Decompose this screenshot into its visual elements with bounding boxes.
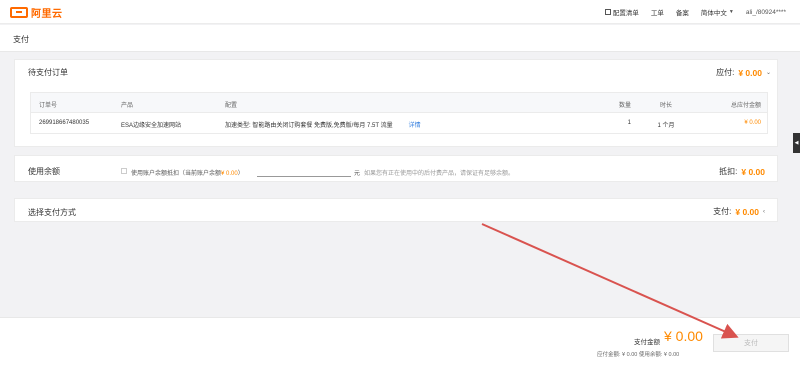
order-amount: ¥ 0.00 (744, 120, 761, 126)
aliyun-logo[interactable]: 阿里云 (10, 6, 63, 20)
pending-orders-title: 待支付订单 (28, 68, 68, 77)
order-duration: 1 个月 (657, 123, 675, 129)
col-order-id: 订单号 (39, 103, 58, 109)
payment-method-toggle[interactable]: 支付: ¥ 0.00 ‹ (713, 206, 765, 217)
pay-total-amount: ¥ 0.00 (664, 328, 703, 344)
col-quantity: 数量 (618, 103, 631, 109)
order-config: 加速类型: 智能路由关闭订购套餐 免费版,免费版/每月 7.5T 流量 详情 (225, 120, 421, 129)
pay-breakdown: 应付金额: ¥ 0.00 使用余额: ¥ 0.00 (597, 352, 680, 358)
list-icon (604, 9, 611, 15)
balance-unit: 元 (354, 171, 361, 177)
orders-table: 订单号 产品 配置 数量 时长 总应付金额 269918667480035 ES… (30, 92, 768, 134)
page-title: 支付 (13, 35, 29, 44)
use-balance-label-suffix: ） (237, 171, 244, 177)
order-config-text: 加速类型: 智能路由关闭订购套餐 免费版,免费版/每月 7.5T 流量 (225, 123, 393, 129)
col-duration: 时长 (659, 103, 672, 109)
language-dropdown[interactable]: 简体中文 ▼ (701, 7, 734, 17)
brand-name: 阿里云 (31, 8, 63, 20)
aliyun-logo-icon (10, 6, 28, 18)
side-panel-toggle[interactable]: ◀ (793, 133, 800, 153)
account-balance-value: ¥ 0.00 (221, 171, 238, 177)
col-product: 产品 (121, 103, 134, 109)
payment-value: ¥ 0.00 (735, 206, 759, 217)
annotation-arrow (481, 223, 739, 339)
pending-orders-panel: 待支付订单 应付: ¥ 0.00 ⌄ 订单号 产品 配置 数量 时长 总应付金额… (14, 59, 778, 147)
caret-left-icon: ◀ (794, 140, 799, 146)
top-nav-links: 配置清单 工单 备案 简体中文 ▼ ali_/80924**** (604, 0, 786, 24)
pay-button[interactable]: 支付 (713, 334, 789, 352)
page-header: 支付 (0, 25, 800, 52)
payment-label: 支付: (713, 207, 732, 216)
caret-down-icon: ▼ (728, 9, 734, 15)
payment-method-panel[interactable]: 选择支付方式 支付: ¥ 0.00 ‹ (14, 198, 778, 222)
col-config: 配置 (225, 103, 238, 109)
pay-amount-label: 支付金额 (634, 339, 660, 346)
table-row: 269918667480035 ESA边缘安全加速网站 加速类型: 智能路由关闭… (31, 113, 767, 133)
ticket-link[interactable]: 工单 (651, 7, 664, 17)
deduct-summary: 抵扣: ¥ 0.00 (719, 166, 765, 177)
language-label: 简体中文 (700, 10, 727, 17)
amount-due-toggle[interactable]: 应付: ¥ 0.00 ⌄ (716, 67, 771, 78)
config-list-label: 配置清单 (612, 10, 639, 17)
use-balance-label: 使用账户余额抵扣（当前账户余额¥ 0.00） (131, 168, 244, 177)
account-name[interactable]: ali_/80924**** (746, 9, 786, 16)
use-balance-title: 使用余额 (28, 167, 60, 176)
use-balance-label-prefix: 使用账户余额抵扣（当前账户余额 (131, 171, 222, 177)
use-balance-checkbox[interactable] (121, 168, 127, 174)
payment-footer: 支付金额 ¥ 0.00 应付金额: ¥ 0.00 使用余额: ¥ 0.00 支付 (0, 317, 800, 368)
amount-due-value: ¥ 0.00 (738, 67, 762, 78)
chevron-left-icon: ‹ (763, 208, 765, 215)
filing-link[interactable]: 备案 (676, 7, 689, 17)
deduct-value: ¥ 0.00 (741, 166, 765, 177)
payment-method-title: 选择支付方式 (28, 208, 76, 217)
amount-due-label: 应付: (716, 68, 735, 77)
top-navbar: 阿里云 配置清单 工单 备案 简体中文 ▼ ali_/80924**** (0, 0, 800, 24)
balance-amount-input[interactable] (257, 166, 351, 177)
col-total: 总应付金额 (730, 103, 761, 109)
orders-table-header: 订单号 产品 配置 数量 时长 总应付金额 (31, 93, 767, 113)
order-product: ESA边缘安全加速网站 (121, 123, 182, 129)
order-id: 269918667480035 (39, 120, 90, 126)
order-quantity: 1 (627, 120, 631, 126)
config-detail-link[interactable]: 详情 (409, 123, 421, 129)
deduct-label: 抵扣: (719, 167, 738, 176)
chevron-down-icon: ⌄ (765, 70, 771, 76)
balance-hint: 如果您有正在使用中的后付费产品，请保证有足够余额。 (364, 171, 515, 177)
use-balance-panel: 使用余额 使用账户余额抵扣（当前账户余额¥ 0.00） 元 如果您有正在使用中的… (14, 155, 778, 182)
config-list-link[interactable]: 配置清单 (604, 7, 639, 17)
